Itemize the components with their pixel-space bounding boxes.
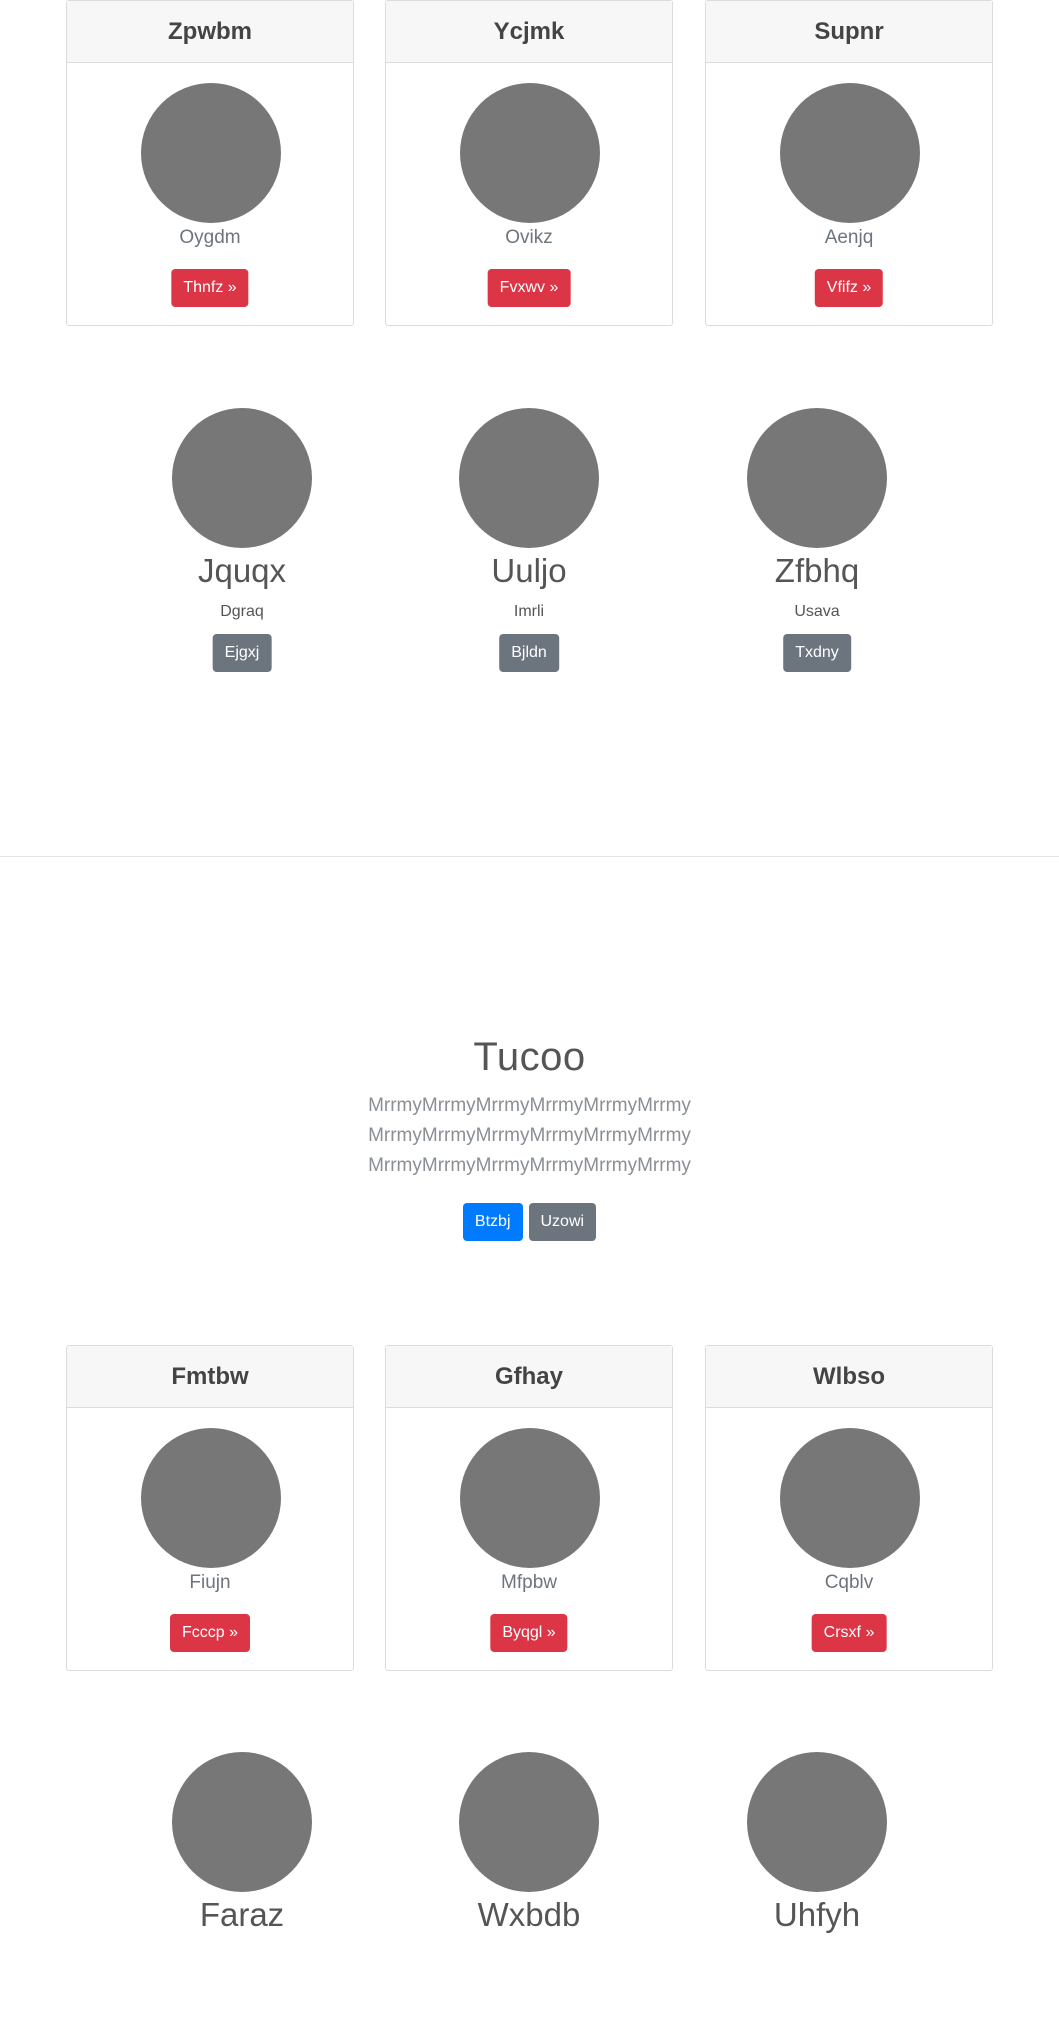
hero-primary-button[interactable]: Btzbj [462, 1203, 523, 1241]
person-button[interactable]: Bjldn [499, 634, 559, 672]
avatar-image [460, 83, 600, 223]
person-button[interactable]: Txdny [783, 634, 851, 672]
avatar-image [172, 408, 312, 548]
card-6: Wlbso Cqblv Crsxf » [705, 1345, 993, 1671]
avatar-image [747, 408, 887, 548]
card-button[interactable]: Crsxf » [811, 1614, 887, 1652]
card-title: Fmtbw [67, 1346, 353, 1408]
person-name: Uuljo [491, 552, 567, 589]
person-name: Jquqx [197, 552, 287, 589]
avatar-image [747, 1752, 887, 1892]
card-button[interactable]: Fcccp » [169, 1614, 251, 1652]
card-subtitle: Fiujn [189, 1572, 231, 1593]
card-2: Ycjmk Ovikz Fvxwv » [385, 0, 673, 326]
card-subtitle: Mfpbw [501, 1572, 557, 1593]
card-4: Fmtbw Fiujn Fcccp » [66, 1345, 354, 1671]
card-button[interactable]: Byqgl » [490, 1614, 568, 1652]
avatar-image [780, 1428, 920, 1568]
hero-secondary-button[interactable]: Uzowi [528, 1203, 597, 1241]
hero-line: MrrmyMrrmyMrrmyMrrmyMrrmyMrrmy [368, 1095, 691, 1116]
hero-line: MrrmyMrrmyMrrmyMrrmyMrrmyMrrmy [368, 1155, 691, 1176]
card-subtitle: Ovikz [505, 227, 553, 248]
card-3: Supnr Aenjq Vfifz » [705, 0, 993, 326]
avatar-image [459, 408, 599, 548]
avatar-image [460, 1428, 600, 1568]
card-button[interactable]: Fvxwv » [487, 269, 571, 307]
person-name: Zfbhq [774, 552, 860, 589]
person-2: Uuljo Imrli Bjldn [429, 408, 629, 698]
person-role: Dgraq [220, 603, 264, 620]
card-subtitle: Oygdm [179, 227, 241, 248]
person-button[interactable]: Ejgxj [212, 634, 272, 672]
card-title: Gfhay [386, 1346, 672, 1408]
card-title: Ycjmk [386, 1, 672, 63]
card-title: Wlbso [706, 1346, 992, 1408]
person-5: Wxbdb [429, 1752, 629, 2042]
card-button[interactable]: Thnfz » [171, 269, 249, 307]
person-1: Jquqx Dgraq Ejgxj [142, 408, 342, 698]
person-3: Zfbhq Usava Txdny [717, 408, 917, 698]
person-6: Uhfyh [717, 1752, 917, 2042]
avatar-image [459, 1752, 599, 1892]
person-role: Usava [794, 603, 840, 620]
card-subtitle: Cqblv [824, 1572, 874, 1593]
hero-title: Tucoo [473, 1035, 586, 1079]
person-4: Faraz [142, 1752, 342, 2042]
avatar-image [141, 1428, 281, 1568]
card-1: Zpwbm Oygdm Thnfz » [66, 0, 354, 326]
avatar-image [780, 83, 920, 223]
avatar-image [172, 1752, 312, 1892]
avatar-image [141, 83, 281, 223]
card-title: Zpwbm [67, 1, 353, 63]
card-title: Supnr [706, 1, 992, 63]
hero-line: MrrmyMrrmyMrrmyMrrmyMrrmyMrrmy [368, 1125, 691, 1146]
section-divider [0, 856, 1059, 857]
card-subtitle: Aenjq [824, 227, 874, 248]
person-role: Imrli [513, 603, 545, 620]
person-name: Uhfyh [773, 1896, 861, 1933]
card-button[interactable]: Vfifz » [814, 269, 884, 307]
hero-button-group: Btzbj Uzowi [0, 1203, 1059, 1241]
card-5: Gfhay Mfpbw Byqgl » [385, 1345, 673, 1671]
hero-text: MrrmyMrrmyMrrmyMrrmyMrrmyMrrmy MrrmyMrrm… [0, 1091, 1059, 1181]
person-name: Wxbdb [477, 1896, 581, 1933]
person-name: Faraz [199, 1896, 285, 1933]
